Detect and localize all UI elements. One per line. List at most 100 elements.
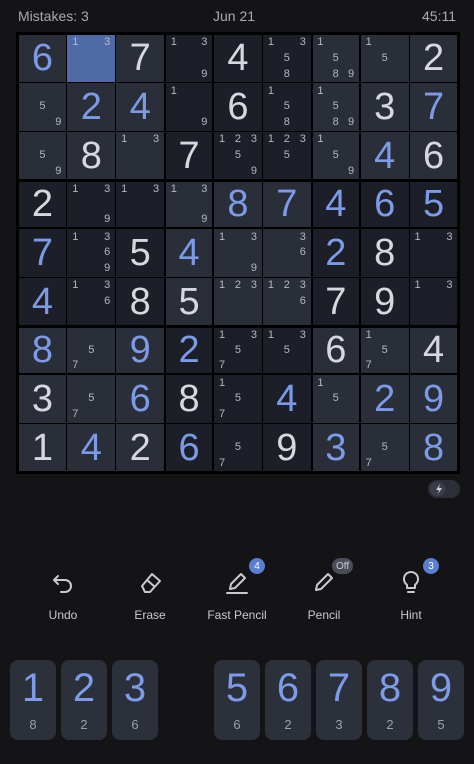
sudoku-cell[interactable]: 4 xyxy=(409,327,458,374)
sudoku-cell[interactable]: 157 xyxy=(360,327,409,374)
sudoku-cell[interactable]: 8 xyxy=(67,131,116,180)
sudoku-cell[interactable]: 13 xyxy=(409,277,458,326)
number-key-7[interactable]: 7 3 xyxy=(316,660,362,740)
fast-pencil-button[interactable]: 4 Fast Pencil xyxy=(199,558,275,626)
number-key-1[interactable]: 1 8 xyxy=(10,660,56,740)
sudoku-cell[interactable]: 3 xyxy=(360,83,409,131)
sudoku-cell[interactable]: 2 xyxy=(67,83,116,131)
undo-button[interactable]: Undo xyxy=(25,566,101,626)
sudoku-cell[interactable]: 13 xyxy=(67,34,116,83)
sudoku-cell[interactable]: 7 xyxy=(312,277,359,326)
sudoku-cell[interactable]: 2 xyxy=(18,181,67,228)
sudoku-cell[interactable]: 8 xyxy=(166,375,213,423)
pencil-note: 6 xyxy=(104,246,111,259)
sudoku-cell[interactable]: 8 xyxy=(116,277,165,326)
sudoku-cell[interactable]: 15 xyxy=(312,375,359,423)
sudoku-cell[interactable]: 2 xyxy=(360,375,409,423)
sudoku-cell[interactable]: 59 xyxy=(18,131,67,180)
sudoku-cell[interactable]: 4 xyxy=(214,34,262,83)
sudoku-cell[interactable]: 6 xyxy=(312,327,359,374)
sudoku-cell[interactable]: 1 3 9 xyxy=(67,181,116,228)
sudoku-cell[interactable]: 123 xyxy=(214,277,262,326)
sudoku-cell[interactable]: 4 xyxy=(67,423,116,472)
sudoku-cell[interactable]: 57 xyxy=(67,375,116,423)
sudoku-cell[interactable]: 19 xyxy=(166,83,213,131)
sudoku-cell[interactable]: 9 xyxy=(116,327,165,374)
sudoku-cell[interactable]: 4 xyxy=(18,277,67,326)
sudoku-cell[interactable]: 4 xyxy=(360,131,409,180)
lightning-toggle[interactable] xyxy=(428,480,460,498)
sudoku-cell[interactable]: 15 xyxy=(360,34,409,83)
sudoku-cell[interactable]: 6 xyxy=(360,181,409,228)
sudoku-cell[interactable]: 7 xyxy=(166,131,213,180)
sudoku-cell[interactable]: 57 xyxy=(360,423,409,472)
sudoku-cell[interactable]: 6 xyxy=(409,131,458,180)
sudoku-cell[interactable]: 1235 xyxy=(262,131,311,180)
erase-button[interactable]: Erase xyxy=(112,566,188,626)
sudoku-cell[interactable]: 13 xyxy=(116,181,165,228)
sudoku-cell[interactable]: 2 xyxy=(409,34,458,83)
sudoku-cell[interactable]: 8 xyxy=(360,229,409,277)
sudoku-cell[interactable]: 2 xyxy=(312,229,359,277)
sudoku-cell[interactable]: 4 xyxy=(262,375,311,423)
sudoku-cell[interactable]: 159 xyxy=(312,131,359,180)
sudoku-cell[interactable]: 3 xyxy=(312,423,359,472)
sudoku-cell[interactable]: 1589 xyxy=(312,34,359,83)
sudoku-cell[interactable]: 15 8 xyxy=(262,83,311,131)
pencil-button[interactable]: Off Pencil xyxy=(286,558,362,626)
sudoku-cell[interactable]: 9 xyxy=(262,423,311,472)
sudoku-cell[interactable]: 6 xyxy=(214,83,262,131)
sudoku-cell[interactable]: 8 xyxy=(18,327,67,374)
sudoku-cell[interactable]: 4 xyxy=(116,83,165,131)
hint-button[interactable]: 3 Hint xyxy=(373,558,449,626)
pencil-note: 3 xyxy=(250,279,257,292)
sudoku-cell[interactable]: 1 3 9 xyxy=(166,181,213,228)
sudoku-cell[interactable]: 9 xyxy=(360,277,409,326)
sudoku-cell[interactable]: 59 xyxy=(18,83,67,131)
number-key-8[interactable]: 8 2 xyxy=(367,660,413,740)
sudoku-cell[interactable]: 6 xyxy=(18,34,67,83)
sudoku-cell[interactable]: 5 xyxy=(116,229,165,277)
sudoku-cell[interactable]: 4 xyxy=(312,181,359,228)
sudoku-cell[interactable]: 7 xyxy=(116,34,165,83)
sudoku-cell[interactable]: 1 357 xyxy=(214,327,262,374)
sudoku-cell[interactable]: 7 xyxy=(262,181,311,228)
sudoku-cell[interactable]: 9 xyxy=(409,375,458,423)
sudoku-cell[interactable]: 5 xyxy=(166,277,213,326)
sudoku-cell[interactable]: 3 xyxy=(18,375,67,423)
cell-value: 5 xyxy=(178,280,200,323)
sudoku-cell[interactable]: 13 xyxy=(409,229,458,277)
number-key-6[interactable]: 6 2 xyxy=(265,660,311,740)
sudoku-cell[interactable]: 8 xyxy=(214,181,262,228)
number-key-3[interactable]: 3 6 xyxy=(112,660,158,740)
sudoku-cell[interactable]: 5 xyxy=(409,181,458,228)
sudoku-cell[interactable]: 1 35 8 xyxy=(262,34,311,83)
sudoku-cell[interactable]: 2 xyxy=(166,327,213,374)
sudoku-cell[interactable]: 36 xyxy=(262,229,311,277)
sudoku-cell[interactable]: 1 xyxy=(18,423,67,472)
sudoku-cell[interactable]: 123 6 xyxy=(262,277,311,326)
sudoku-cell[interactable]: 6 xyxy=(116,375,165,423)
sudoku-cell[interactable]: 57 xyxy=(214,423,262,472)
number-key-9[interactable]: 9 5 xyxy=(418,660,464,740)
sudoku-cell[interactable]: 8 xyxy=(409,423,458,472)
number-key-5[interactable]: 5 6 xyxy=(214,660,260,740)
sudoku-cell[interactable]: 13 xyxy=(116,131,165,180)
number-key-2[interactable]: 2 2 xyxy=(61,660,107,740)
fast-pencil-label: Fast Pencil xyxy=(207,608,267,622)
sudoku-cell[interactable]: 57 xyxy=(67,327,116,374)
sudoku-cell[interactable]: 12359 xyxy=(214,131,262,180)
sudoku-cell[interactable]: 1 35 xyxy=(262,327,311,374)
sudoku-cell[interactable]: 1589 xyxy=(312,83,359,131)
sudoku-cell[interactable]: 1 3 9 xyxy=(166,34,213,83)
sudoku-cell[interactable]: 1 3 6 9 xyxy=(67,229,116,277)
sudoku-cell[interactable]: 7 xyxy=(409,83,458,131)
pencil-note: 3 xyxy=(201,182,208,195)
sudoku-cell[interactable]: 4 xyxy=(166,229,213,277)
sudoku-cell[interactable]: 1 3 6 xyxy=(67,277,116,326)
sudoku-cell[interactable]: 6 xyxy=(166,423,213,472)
sudoku-cell[interactable]: 157 xyxy=(214,375,262,423)
sudoku-cell[interactable]: 1 3 9 xyxy=(214,229,262,277)
sudoku-cell[interactable]: 2 xyxy=(116,423,165,472)
sudoku-cell[interactable]: 7 xyxy=(18,229,67,277)
